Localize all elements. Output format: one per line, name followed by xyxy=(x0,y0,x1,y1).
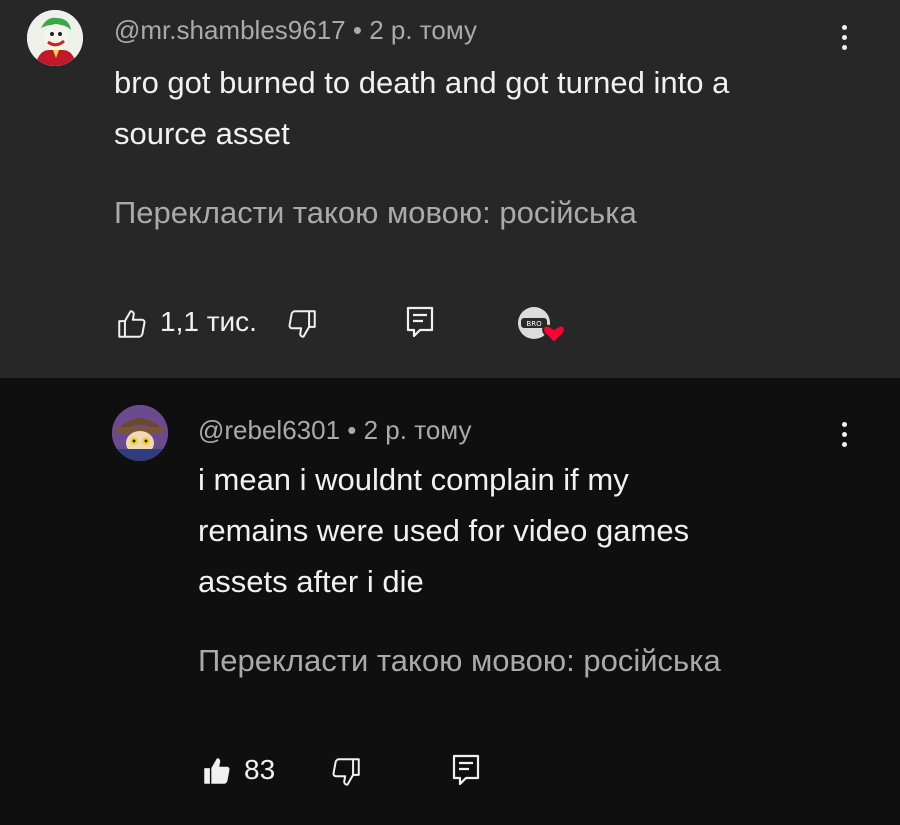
thumb-down-icon xyxy=(288,310,316,338)
like-button[interactable] xyxy=(114,306,150,342)
svg-text:BRO: BRO xyxy=(526,320,542,328)
comment-text-line: source asset xyxy=(114,116,290,151)
like-button[interactable] xyxy=(198,752,236,790)
translate-link[interactable]: Перекласти такою мовою: російська xyxy=(114,195,637,231)
like-count: 1,1 тис. xyxy=(160,306,257,337)
reply-card: @rebel6301 • 2 р. тому i mean i wouldnt … xyxy=(0,378,900,825)
more-options-icon[interactable] xyxy=(824,17,864,57)
niko-avatar[interactable] xyxy=(112,405,168,461)
comment-meta: @mr.shambles9617 • 2 р. тому xyxy=(114,15,477,46)
creator-heart-badge[interactable]: BRO xyxy=(514,303,566,347)
creator-heart-avatar: BRO xyxy=(518,307,566,345)
comment-text-line: bro got burned to death and got turned i… xyxy=(114,65,730,100)
comment-text: bro got burned to death and got turned i… xyxy=(114,57,729,159)
comment-text-line: i mean i wouldnt complain if my xyxy=(198,462,629,497)
comment-text-line: remains were used for video games xyxy=(198,513,690,548)
author-name[interactable]: @mr.shambles9617 xyxy=(114,15,346,45)
comment-time[interactable]: 2 р. тому xyxy=(364,415,472,445)
comment-text: i mean i wouldnt complain if my remains … xyxy=(198,454,689,607)
comment-time[interactable]: 2 р. тому xyxy=(369,15,477,45)
more-options-icon[interactable] xyxy=(824,414,864,454)
reply-icon xyxy=(452,754,480,786)
author-name[interactable]: @rebel6301 xyxy=(198,415,340,445)
thumb-up-filled-icon xyxy=(204,758,230,784)
reply-button[interactable] xyxy=(448,752,484,790)
comment-text-line: assets after i die xyxy=(198,564,424,599)
translate-link[interactable]: Перекласти такою мовою: російська xyxy=(198,643,721,679)
dislike-button[interactable] xyxy=(284,306,320,342)
thumb-down-icon xyxy=(332,758,360,786)
comment-card: @mr.shambles9617 • 2 р. тому bro got bur… xyxy=(0,0,900,378)
joker-avatar[interactable] xyxy=(27,10,83,66)
meta-separator: • xyxy=(352,15,370,45)
comment-meta: @rebel6301 • 2 р. тому xyxy=(198,415,471,446)
thumb-up-icon xyxy=(118,310,146,338)
reply-button[interactable] xyxy=(402,304,438,342)
dislike-button[interactable] xyxy=(328,754,364,790)
reply-icon xyxy=(406,306,434,338)
meta-separator: • xyxy=(347,415,364,445)
like-count: 83 xyxy=(244,754,276,785)
